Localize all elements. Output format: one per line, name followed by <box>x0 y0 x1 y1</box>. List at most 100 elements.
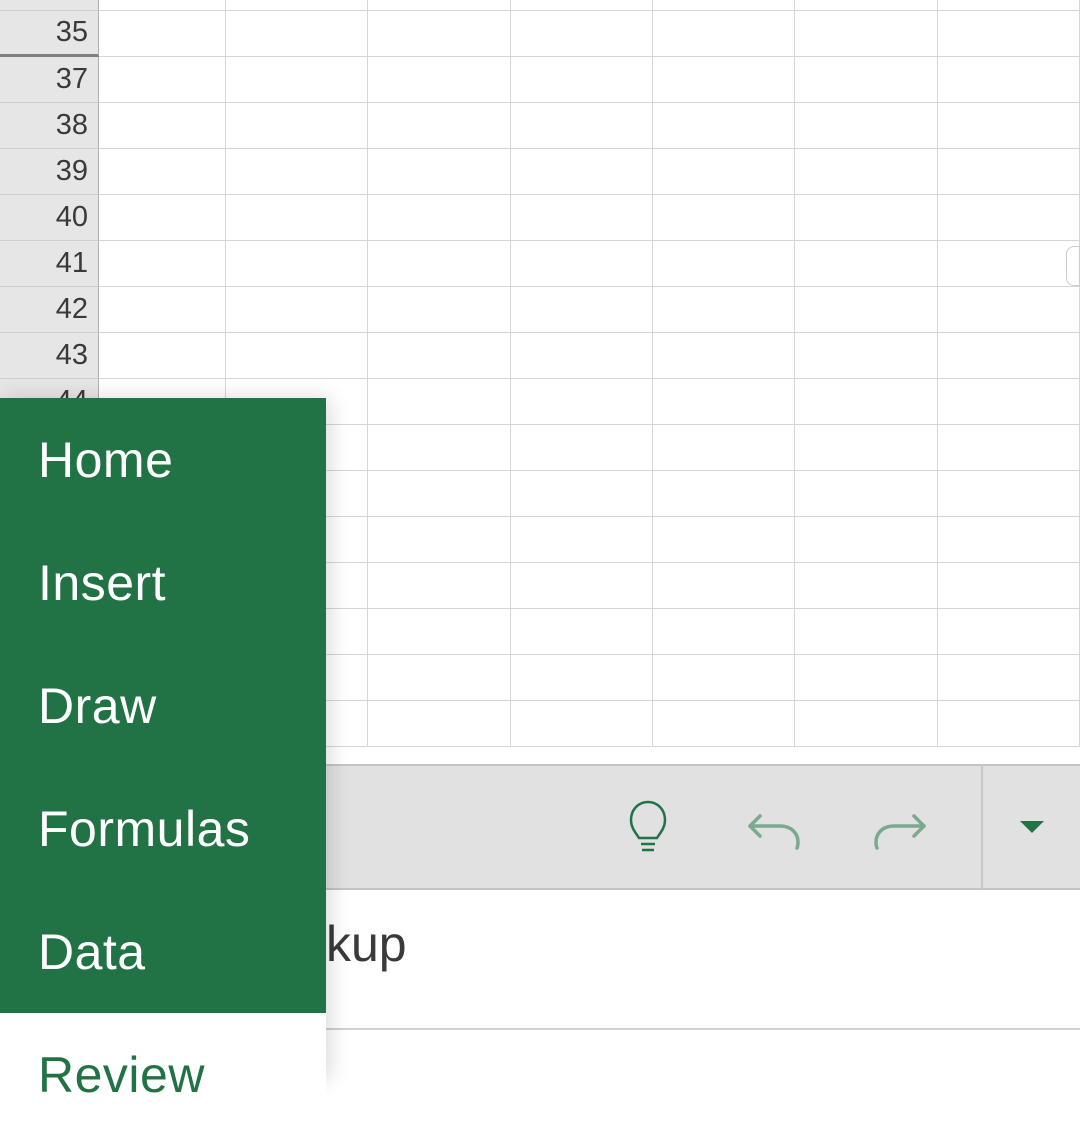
cell[interactable] <box>226 57 368 103</box>
cell[interactable] <box>226 103 368 149</box>
cell[interactable] <box>99 149 226 195</box>
cell[interactable] <box>795 287 937 333</box>
cell[interactable] <box>795 103 937 149</box>
menu-item-draw[interactable]: Draw <box>0 644 326 767</box>
cell[interactable] <box>368 333 510 379</box>
cell[interactable] <box>653 241 795 287</box>
cell[interactable] <box>795 655 937 701</box>
cell[interactable] <box>795 149 937 195</box>
row-header[interactable]: 42 <box>0 287 99 333</box>
ideas-button[interactable] <box>585 764 711 890</box>
cell[interactable] <box>795 563 937 609</box>
cell[interactable] <box>511 333 653 379</box>
cell[interactable] <box>795 57 937 103</box>
cell[interactable] <box>938 655 1080 701</box>
cell[interactable] <box>368 701 510 747</box>
cell[interactable] <box>511 609 653 655</box>
cell[interactable] <box>653 609 795 655</box>
cell[interactable] <box>795 379 937 425</box>
scroll-indicator[interactable] <box>1066 246 1080 286</box>
cell[interactable] <box>938 517 1080 563</box>
toolbar-more-dropdown[interactable] <box>983 764 1080 890</box>
cell[interactable] <box>511 287 653 333</box>
row-header[interactable]: 37 <box>0 57 99 103</box>
cell[interactable] <box>938 333 1080 379</box>
cell[interactable] <box>368 0 510 11</box>
cell[interactable] <box>653 471 795 517</box>
cell[interactable] <box>938 11 1080 57</box>
cell[interactable] <box>226 11 368 57</box>
cell[interactable] <box>511 563 653 609</box>
cell[interactable] <box>226 333 368 379</box>
cell[interactable] <box>511 379 653 425</box>
cell[interactable] <box>226 0 368 11</box>
cell[interactable] <box>511 655 653 701</box>
menu-item-insert[interactable]: Insert <box>0 521 326 644</box>
cell[interactable] <box>511 11 653 57</box>
cell[interactable] <box>653 149 795 195</box>
cell[interactable] <box>795 333 937 379</box>
cell[interactable] <box>653 195 795 241</box>
cell[interactable] <box>938 471 1080 517</box>
cell[interactable] <box>795 195 937 241</box>
row-header[interactable]: 34 <box>0 0 99 11</box>
cell[interactable] <box>938 287 1080 333</box>
cell[interactable] <box>368 195 510 241</box>
cell[interactable] <box>938 103 1080 149</box>
cell[interactable] <box>368 609 510 655</box>
menu-item-data[interactable]: Data <box>0 890 326 1013</box>
undo-button[interactable] <box>711 764 837 890</box>
cell[interactable] <box>368 57 510 103</box>
cell[interactable] <box>226 195 368 241</box>
cell[interactable] <box>99 333 226 379</box>
menu-item-formulas[interactable]: Formulas <box>0 767 326 890</box>
cell[interactable] <box>795 425 937 471</box>
cell[interactable] <box>99 103 226 149</box>
cell[interactable] <box>938 149 1080 195</box>
menu-item-home[interactable]: Home <box>0 398 326 521</box>
cell[interactable] <box>653 379 795 425</box>
cell[interactable] <box>511 517 653 563</box>
cell[interactable] <box>511 425 653 471</box>
cell[interactable] <box>938 57 1080 103</box>
cell[interactable] <box>368 379 510 425</box>
cell[interactable] <box>368 425 510 471</box>
cell[interactable] <box>938 609 1080 655</box>
menu-item-review[interactable]: Review <box>0 1013 326 1136</box>
cell[interactable] <box>938 563 1080 609</box>
cell[interactable] <box>653 425 795 471</box>
redo-button[interactable] <box>837 764 963 890</box>
cell[interactable] <box>511 57 653 103</box>
cell[interactable] <box>368 11 510 57</box>
cell[interactable] <box>368 517 510 563</box>
cell[interactable] <box>99 57 226 103</box>
cell[interactable] <box>795 11 937 57</box>
cell[interactable] <box>511 241 653 287</box>
cell[interactable] <box>511 0 653 11</box>
cell[interactable] <box>938 0 1080 11</box>
cell[interactable] <box>653 655 795 701</box>
cell[interactable] <box>368 471 510 517</box>
cell[interactable] <box>653 701 795 747</box>
cell[interactable] <box>795 0 937 11</box>
cell[interactable] <box>511 471 653 517</box>
cell[interactable] <box>368 655 510 701</box>
cell[interactable] <box>368 149 510 195</box>
cell[interactable] <box>511 195 653 241</box>
cell[interactable] <box>795 609 937 655</box>
cell[interactable] <box>511 103 653 149</box>
cell[interactable] <box>795 517 937 563</box>
cell[interactable] <box>511 701 653 747</box>
cell[interactable] <box>653 563 795 609</box>
cell[interactable] <box>99 287 226 333</box>
cell[interactable] <box>653 0 795 11</box>
cell[interactable] <box>368 241 510 287</box>
cell[interactable] <box>938 425 1080 471</box>
cell[interactable] <box>226 287 368 333</box>
row-header[interactable]: 39 <box>0 149 99 195</box>
cell[interactable] <box>368 287 510 333</box>
cell[interactable] <box>226 149 368 195</box>
cell[interactable] <box>938 241 1080 287</box>
cell[interactable] <box>653 287 795 333</box>
cell[interactable] <box>795 471 937 517</box>
